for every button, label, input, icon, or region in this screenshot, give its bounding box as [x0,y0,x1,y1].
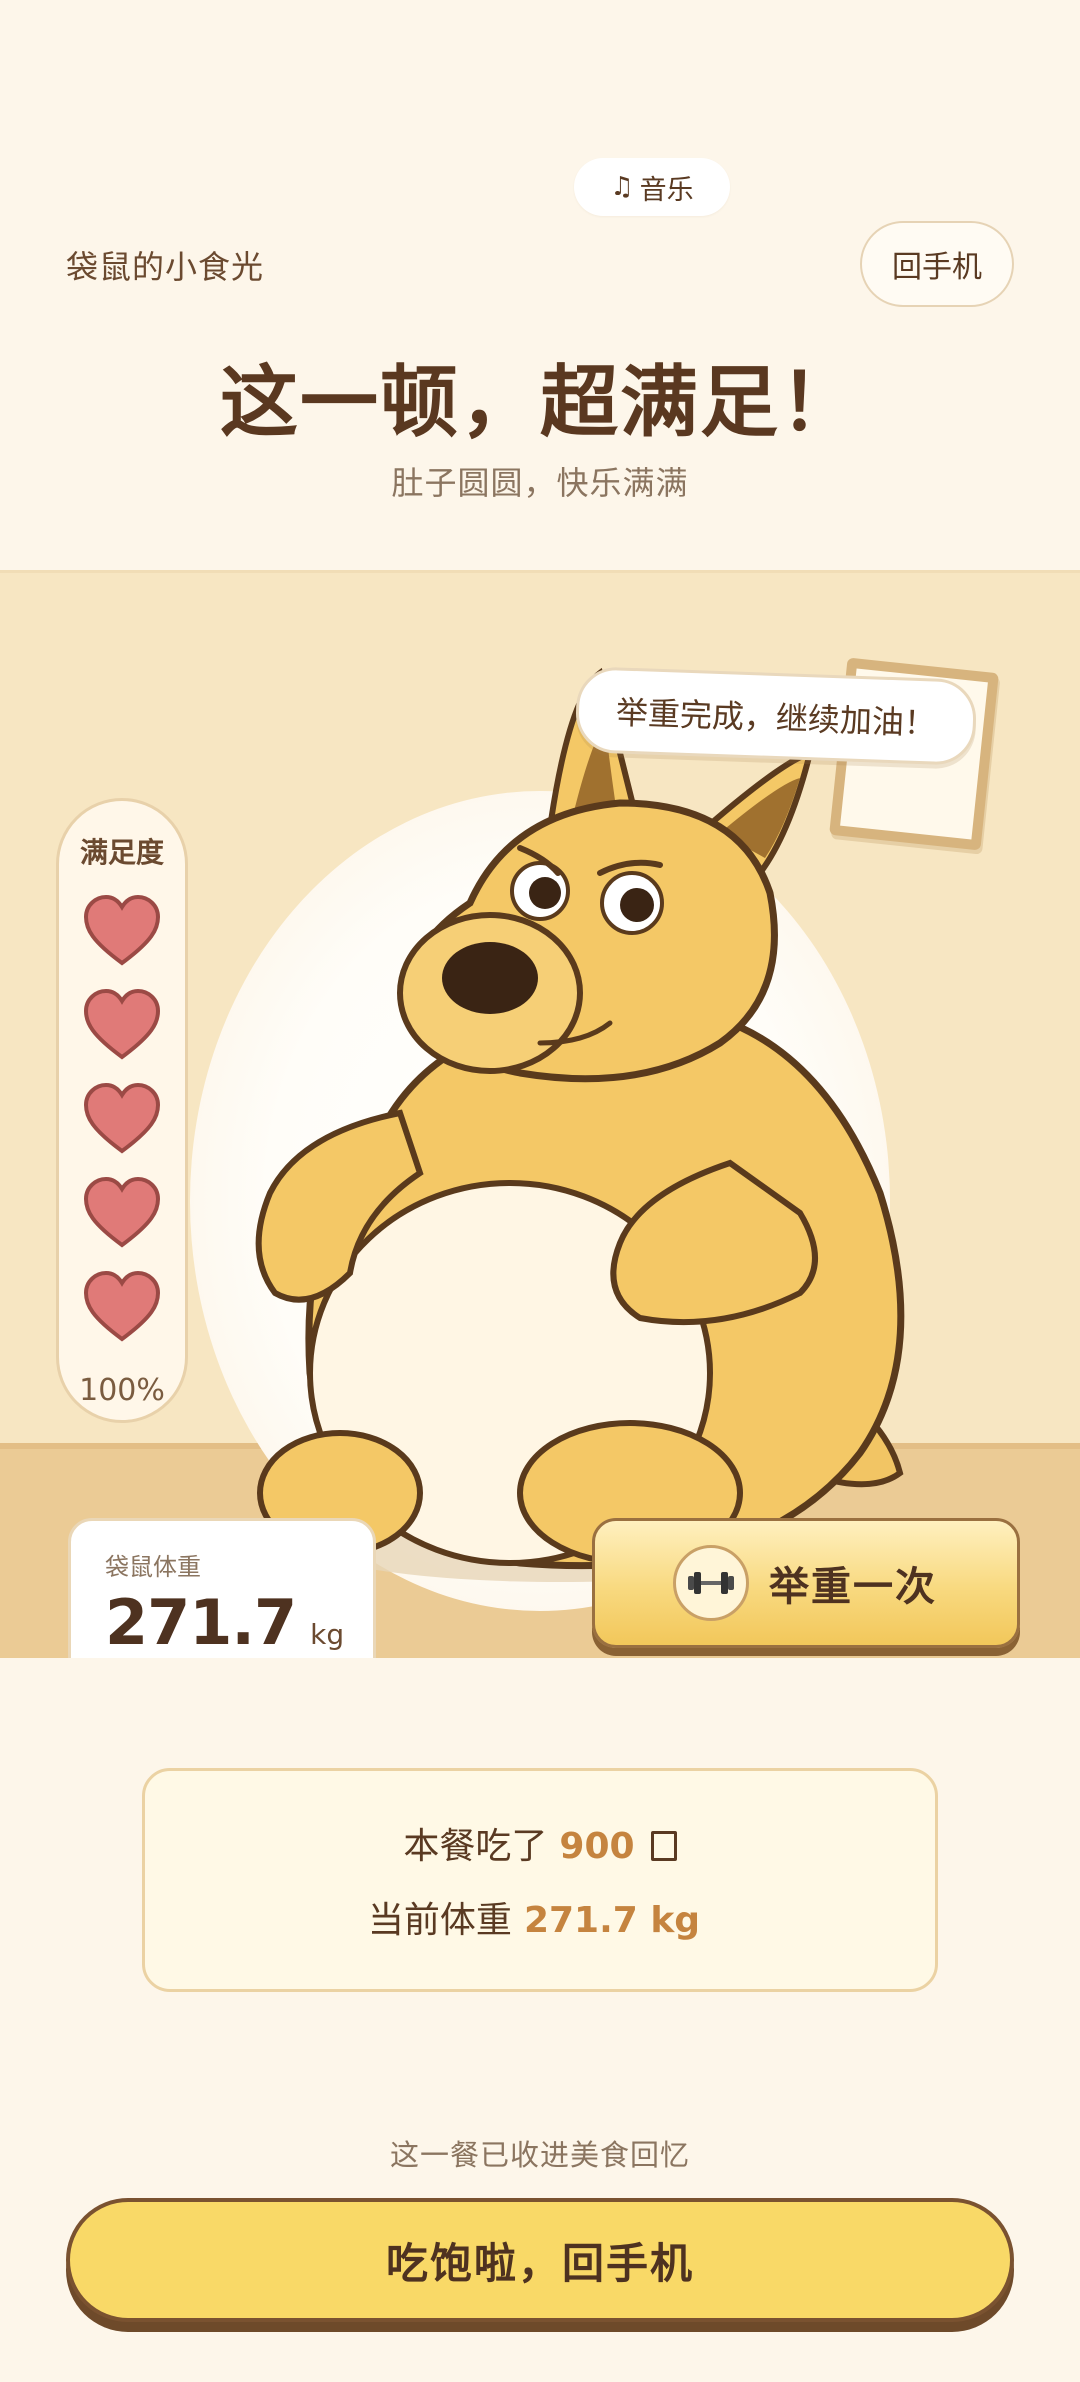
heart-list [82,893,162,1343]
back-to-phone-button[interactable]: 回手机 [860,221,1014,307]
lift-button-label: 举重一次 [769,1564,937,1610]
speech-bubble: 举重完成，继续加油！ [574,666,978,766]
meal-summary-card: 本餐吃了 900 当前体重 271.7 kg [142,1768,938,1992]
memory-note: 这一餐已收进美食回忆 [389,2138,690,2172]
dumbbell-icon [673,1545,749,1621]
heart-icon [82,1269,162,1343]
heart-icon [82,1081,162,1155]
current-weight-line: 当前体重 271.7 kg [368,1891,712,1943]
heart-icon [82,1175,162,1249]
missing-glyph-icon [650,1831,677,1861]
full-back-to-phone-button[interactable]: 吃饱啦，回手机 [66,2198,1014,2322]
heart-icon [82,987,162,1061]
music-label: 音乐 [639,174,694,206]
satisfaction-percent: 100% [79,1373,165,1408]
meal-count-value: 900 [559,1826,635,1867]
app-name: 袋鼠的小食光 [66,248,265,286]
meal-count-line: 本餐吃了 900 [403,1817,677,1869]
music-note-icon: ♫ [610,172,634,202]
meter-title: 满足度 [79,836,164,869]
weight-value: 271.7 [105,1586,297,1658]
satisfaction-meter: 满足度 100% [56,798,188,1423]
page-title: 这一顿，超满足！ [219,358,860,448]
weight-label: 袋鼠体重 [105,1553,201,1581]
meal-count-prefix: 本餐吃了 [403,1826,548,1867]
kangaroo-scene: 举重完成，继续加油！ 满足度 100% 袋鼠体重 271.7 kg 举重一次 [0,570,1080,1658]
weight-unit: kg [310,1618,345,1651]
lift-once-button[interactable]: 举重一次 [592,1518,1020,1648]
page-subtitle: 肚子圆圆，快乐满满 [391,464,689,502]
current-weight-value: 271.7 kg [523,1900,701,1941]
current-weight-prefix: 当前体重 [367,1900,512,1941]
music-toggle-button[interactable]: ♫ 音乐 [574,158,730,216]
weight-card: 袋鼠体重 271.7 kg [68,1518,376,1658]
heart-icon [82,893,162,967]
